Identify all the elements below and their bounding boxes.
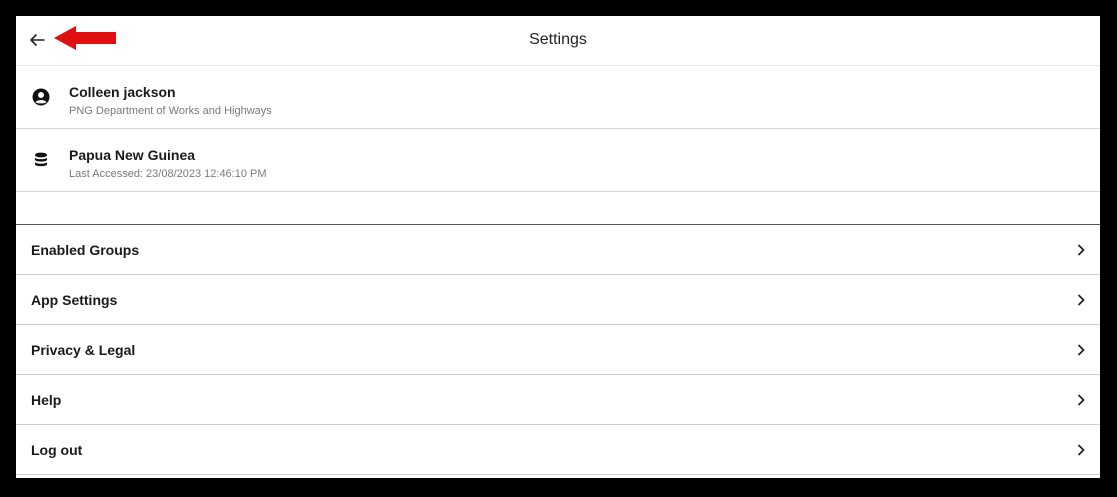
menu-item-label: App Settings bbox=[31, 292, 118, 308]
menu-item-label: Privacy & Legal bbox=[31, 342, 136, 358]
chevron-right-icon bbox=[1076, 443, 1086, 456]
account-row-database[interactable]: Papua New Guinea Last Accessed: 23/08/20… bbox=[16, 129, 1100, 192]
database-icon bbox=[32, 151, 50, 169]
menu-item-app-settings[interactable]: App Settings bbox=[16, 275, 1100, 325]
account-name: Colleen jackson bbox=[69, 84, 176, 100]
section-divider bbox=[16, 192, 1100, 225]
database-name: Papua New Guinea bbox=[69, 147, 196, 163]
app-bar: Settings bbox=[16, 16, 1100, 66]
settings-screen: Settings Colleen jackson PNG Department … bbox=[16, 16, 1100, 478]
menu-item-enabled-groups[interactable]: Enabled Groups bbox=[16, 225, 1100, 275]
menu-item-log-out[interactable]: Log out bbox=[16, 425, 1100, 475]
chevron-right-icon bbox=[1076, 393, 1086, 406]
account-circle-icon bbox=[32, 88, 50, 106]
last-accessed-text: Last Accessed: 23/08/2023 12:46:10 PM bbox=[69, 168, 267, 180]
chevron-right-icon bbox=[1076, 293, 1086, 306]
menu-item-label: Help bbox=[31, 392, 62, 408]
menu-item-help[interactable]: Help bbox=[16, 375, 1100, 425]
menu-item-label: Log out bbox=[31, 442, 83, 458]
menu-item-privacy-legal[interactable]: Privacy & Legal bbox=[16, 325, 1100, 375]
menu-item-label: Enabled Groups bbox=[31, 242, 140, 258]
account-organisation: PNG Department of Works and Highways bbox=[69, 105, 272, 117]
page-title: Settings bbox=[529, 31, 587, 48]
chevron-right-icon bbox=[1076, 243, 1086, 256]
chevron-right-icon bbox=[1076, 343, 1086, 356]
account-row-user[interactable]: Colleen jackson PNG Department of Works … bbox=[16, 66, 1100, 129]
